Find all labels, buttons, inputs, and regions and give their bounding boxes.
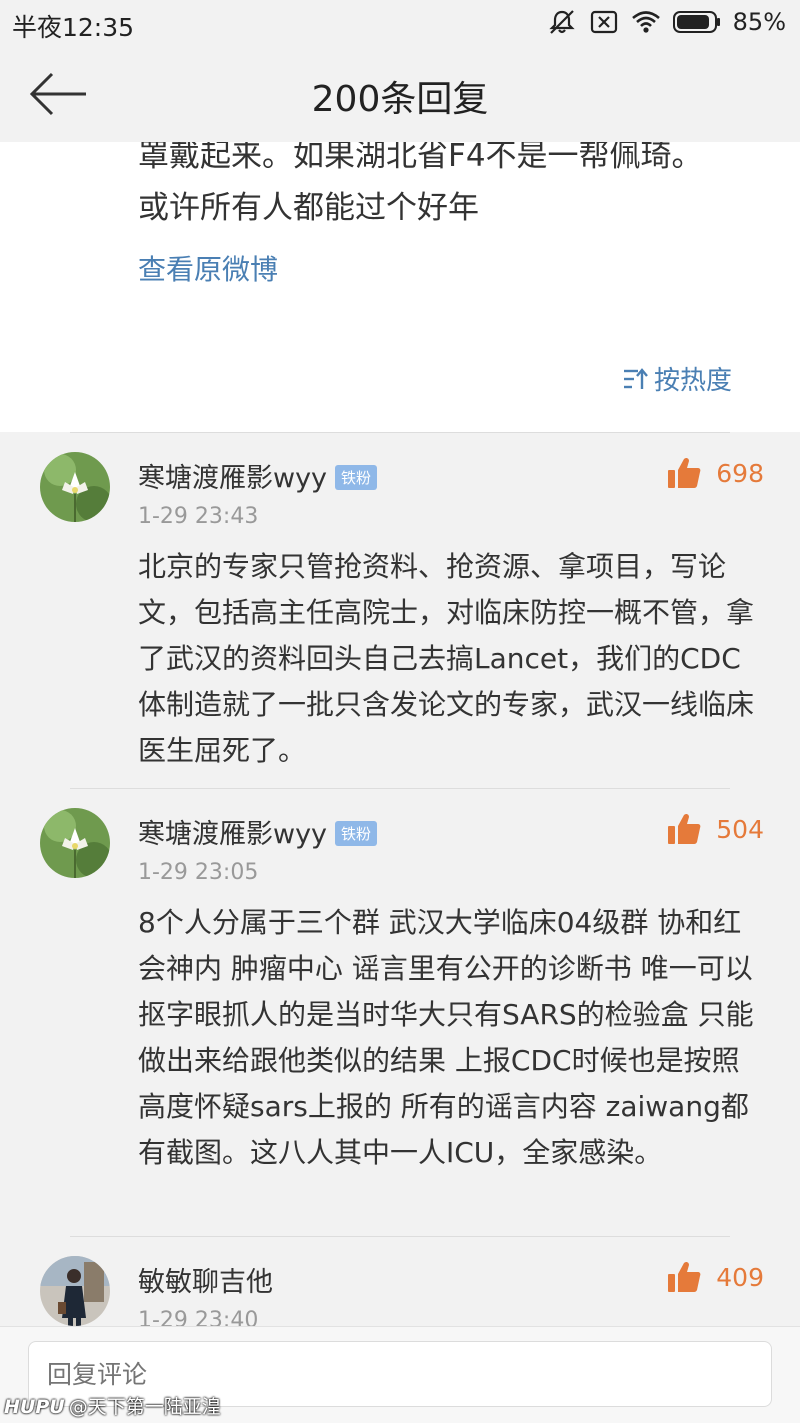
battery-icon	[672, 11, 720, 33]
comment-content: 8个人分属于三个群 武汉大学临床04级群 协和红会神内 肿瘤中心 谣言里有公开的…	[138, 906, 754, 1169]
comment-username[interactable]: 寒塘渡雁影wyy 铁粉	[138, 456, 378, 495]
avatar[interactable]	[40, 808, 110, 878]
like-button[interactable]: 504	[666, 812, 764, 846]
mute-icon	[549, 10, 575, 34]
page-title: 200条回复	[311, 79, 489, 120]
status-time: 半夜12:35	[12, 13, 135, 42]
username-text: 敏敏聊吉他	[138, 1267, 273, 1298]
like-button[interactable]: 698	[666, 456, 764, 490]
fan-badge: 铁粉	[335, 821, 378, 846]
no-sim-icon	[590, 10, 617, 34]
thumbs-up-icon	[668, 1261, 701, 1292]
comment-item[interactable]: 寒塘渡雁影wyy 铁粉 504 1-29 23:05 8个人分属于三个群 武汉大学…	[0, 788, 800, 1236]
watermark-brand: HUPU	[4, 1396, 65, 1418]
status-icons: 85%	[547, 8, 786, 36]
comment-content: 北京的专家只管抢资料、抢资源、拿项目，写论文，包括高主任高院士，对临床防控一概不…	[138, 550, 755, 767]
sort-label: 按热度	[653, 366, 732, 396]
like-count: 409	[716, 1262, 764, 1292]
post-text: 罩戴起来。如果湖北省F4不是一帮佩琦。 或许所有人都能过个好年	[138, 142, 778, 234]
nav-bar: 200条回复	[0, 46, 800, 142]
like-button[interactable]: 409	[666, 1260, 764, 1294]
thumbs-up-icon	[668, 813, 701, 844]
original-post: 罩戴起来。如果湖北省F4不是一帮佩琦。 或许所有人都能过个好年 查看原微博 按热…	[0, 142, 800, 432]
view-original-link[interactable]: 查看原微博	[138, 248, 278, 288]
like-count: 698	[716, 458, 764, 488]
comment-time: 1-29 23:43	[138, 504, 259, 529]
watermark-author: @天下第一陆亚湟	[68, 1396, 221, 1418]
username-text: 寒塘渡雁影wyy	[138, 819, 328, 850]
like-count: 504	[716, 814, 764, 844]
thumbs-up-icon	[668, 457, 701, 488]
comment-time: 1-29 23:40	[138, 1308, 259, 1326]
comment-item[interactable]: 敏敏聊吉他 409 1-29 23:40	[0, 1236, 800, 1326]
sort-button[interactable]: 按热度	[622, 360, 732, 397]
avatar[interactable]	[40, 1256, 110, 1326]
avatar[interactable]	[40, 452, 110, 522]
comment-item[interactable]: 寒塘渡雁影wyy 铁粉 698 1-29 23:43 北京的专家只管抢资料、抢资源…	[0, 432, 800, 788]
comment-time: 1-29 23:05	[138, 860, 259, 885]
fan-badge: 铁粉	[335, 465, 378, 490]
battery-percent: 85%	[732, 8, 786, 36]
post-text-line: 罩戴起来。如果湖北省F4不是一帮佩琦。	[138, 142, 703, 174]
sort-icon	[623, 367, 648, 389]
comment-username[interactable]: 寒塘渡雁影wyy 铁粉	[138, 812, 378, 851]
comment-username[interactable]: 敏敏聊吉他	[138, 1260, 273, 1299]
watermark: HUPU @天下第一陆亚湟	[4, 1392, 221, 1419]
username-text: 寒塘渡雁影wyy	[138, 463, 328, 494]
post-text-line: 或许所有人都能过个好年	[138, 190, 479, 226]
comment-list[interactable]: 寒塘渡雁影wyy 铁粉 698 1-29 23:43 北京的专家只管抢资料、抢资源…	[0, 432, 800, 1326]
wifi-icon	[631, 11, 660, 33]
status-bar: 半夜12:35 85%	[0, 0, 800, 46]
